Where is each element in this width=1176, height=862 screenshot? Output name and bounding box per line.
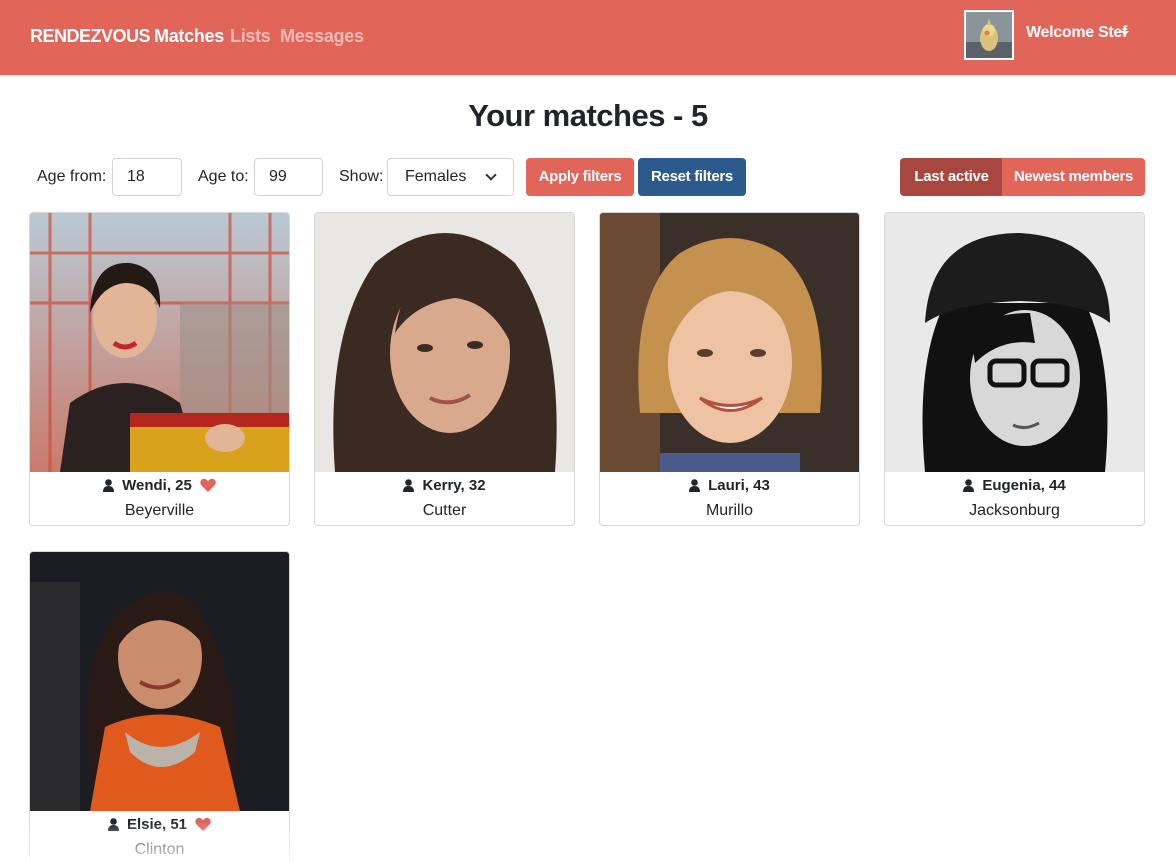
age-from-label: Age from: xyxy=(37,168,107,185)
member-card[interactable]: Elsie, 51 Clinton xyxy=(29,551,290,862)
age-to-label: Age to: xyxy=(198,168,249,185)
sort-newest-members-button[interactable]: Newest members xyxy=(1002,158,1145,196)
chevron-down-icon xyxy=(485,169,497,181)
age-to-input[interactable]: 99 xyxy=(254,158,323,196)
gender-select[interactable]: Females xyxy=(387,158,514,196)
user-icon xyxy=(103,479,115,492)
member-name-row: Lauri, 43 xyxy=(600,477,859,494)
heart-icon[interactable] xyxy=(195,817,211,831)
member-name: Kerry, 32 xyxy=(422,477,486,494)
member-card[interactable]: Kerry, 32 Cutter xyxy=(314,212,575,526)
member-photo[interactable] xyxy=(885,213,1144,472)
member-name: Lauri, 43 xyxy=(708,477,770,494)
user-icon xyxy=(689,479,701,492)
gender-select-value: Females xyxy=(405,168,467,185)
page-title: Your matches - 5 xyxy=(468,98,708,133)
navbar: RENDEZVOUS Matches Lists Messages Welcom… xyxy=(0,0,1176,75)
member-card[interactable]: Eugenia, 44 Jacksonburg xyxy=(884,212,1145,526)
member-name: Eugenia, 44 xyxy=(982,477,1066,494)
nav-link-messages[interactable]: Messages xyxy=(280,26,364,47)
member-photo[interactable] xyxy=(30,213,289,472)
member-photo[interactable] xyxy=(315,213,574,472)
member-city: Beyerville xyxy=(124,502,195,519)
member-city: Murillo xyxy=(705,502,754,519)
member-photo[interactable] xyxy=(30,552,289,811)
heart-icon[interactable] xyxy=(200,478,216,492)
member-name-row: Eugenia, 44 xyxy=(885,477,1144,494)
sort-last-active-button[interactable]: Last active xyxy=(900,158,1003,196)
welcome-menu[interactable]: Welcome Stef xyxy=(1026,24,1127,42)
member-name-row: Elsie, 51 xyxy=(30,816,289,833)
age-from-input[interactable]: 18 xyxy=(112,158,182,196)
reset-filters-button[interactable]: Reset filters xyxy=(638,158,746,196)
nav-link-matches[interactable]: Matches xyxy=(154,26,224,47)
member-name-row: Kerry, 32 xyxy=(315,477,574,494)
caret-down-icon[interactable] xyxy=(1121,31,1129,36)
user-icon xyxy=(963,479,975,492)
show-label: Show: xyxy=(339,168,384,185)
apply-filters-button[interactable]: Apply filters xyxy=(526,158,634,196)
member-photo[interactable] xyxy=(600,213,859,472)
member-card[interactable]: Wendi, 25 Beyerville xyxy=(29,212,290,526)
member-name: Elsie, 51 xyxy=(126,816,188,833)
member-card[interactable]: Lauri, 43 Murillo xyxy=(599,212,860,526)
member-city: Jacksonburg xyxy=(969,502,1060,519)
member-name-row: Wendi, 25 xyxy=(30,477,289,494)
user-icon xyxy=(403,479,415,492)
user-avatar[interactable] xyxy=(964,10,1014,60)
member-city: Clinton xyxy=(134,841,185,858)
brand-logo[interactable]: RENDEZVOUS xyxy=(30,26,151,47)
nav-link-lists[interactable]: Lists xyxy=(230,26,271,47)
member-name: Wendi, 25 xyxy=(122,477,192,494)
user-icon xyxy=(107,818,119,831)
member-city: Cutter xyxy=(422,502,467,519)
